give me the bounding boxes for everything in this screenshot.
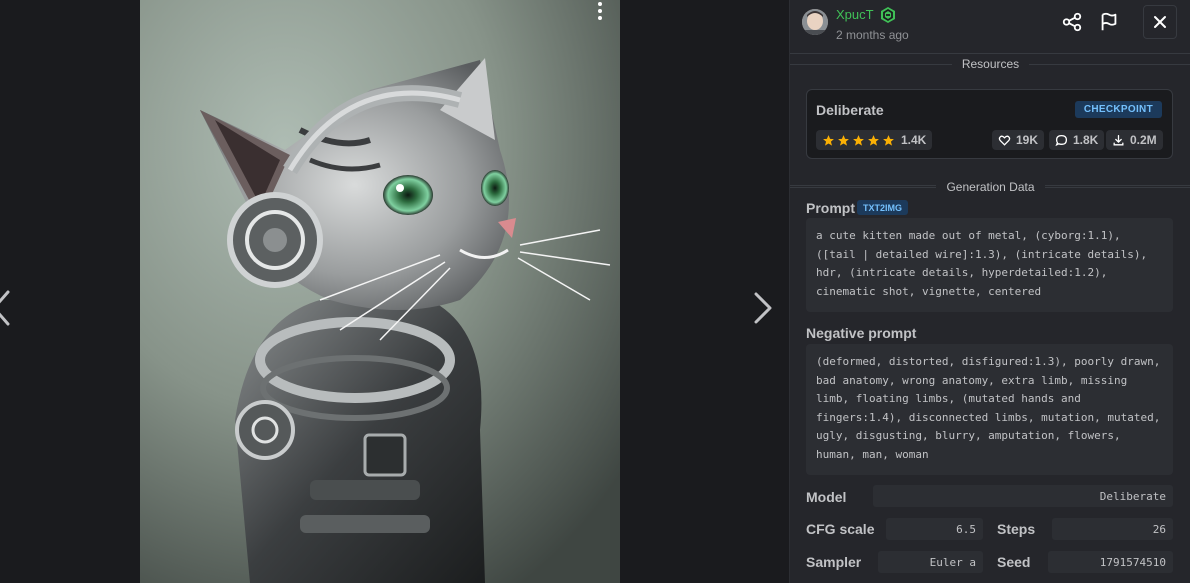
flag-icon [1101,12,1117,31]
share-icon [1062,12,1082,32]
kebab-dot [598,2,602,6]
resource-name: Deliberate [816,102,884,118]
prompt-label: Prompt [806,200,855,216]
share-button[interactable] [1060,9,1084,35]
report-button[interactable] [1097,9,1121,35]
heart-icon [998,135,1011,146]
negative-prompt-label: Negative prompt [806,325,917,341]
downloads-count: 0.2M [1130,133,1157,147]
resource-type-badge: CHECKPOINT [1074,101,1162,118]
model-value[interactable]: Deliberate [873,485,1173,507]
avatar[interactable] [802,9,828,35]
image-viewer [0,0,789,583]
sampler-value[interactable]: Euler a [878,551,983,573]
image-options-button[interactable] [590,0,610,22]
username-link[interactable]: XpucT [836,7,874,22]
seed-value[interactable]: 1791574510 [1048,551,1173,573]
panel-header: XpucT 2 months ago [790,0,1190,53]
resources-heading-text: Resources [961,57,1020,71]
image-details-panel: XpucT 2 months ago Resources Deliberate … [789,0,1190,583]
cfg-scale-value[interactable]: 6.5 [886,518,983,540]
star-icon [868,134,879,146]
next-image-button[interactable] [748,285,778,331]
close-button[interactable] [1143,5,1177,39]
likes-badge: 19K [992,130,1045,150]
seed-label: Seed [997,554,1031,570]
steps-label: Steps [997,521,1036,537]
kebab-dot [598,9,602,13]
star-icon [838,134,849,146]
download-icon [1113,134,1124,145]
negative-prompt-text[interactable]: (deformed, distorted, disfigured:1.3), p… [806,344,1173,475]
user-avatar-icon [802,9,828,35]
kebab-dot [598,16,602,20]
downloads-badge: 0.2M [1106,130,1163,150]
steps-value[interactable]: 26 [1052,518,1173,540]
star-icon [853,134,864,146]
image-detail-page: XpucT 2 months ago Resources Deliberate … [0,0,1190,583]
chevron-left-icon [0,290,10,326]
rating-badge: 1.4K [816,130,933,150]
generation-data-heading-text: Generation Data [936,180,1045,194]
chevron-right-icon [754,292,772,324]
header-divider [790,53,1190,54]
sampler-label: Sampler [806,554,862,570]
generated-image [140,0,620,583]
star-icon [883,134,894,146]
star-icon [823,134,834,146]
cfg-scale-label: CFG scale [806,521,875,537]
post-time: 2 months ago [836,28,909,42]
rating-count: 1.4K [901,133,927,147]
kitten-image [140,0,620,583]
comment-icon [1055,134,1068,146]
resource-card[interactable]: Deliberate CHECKPOINT 1.4K 19K 1.8K 0.2M [806,89,1173,159]
resources-heading: Resources [790,57,1190,71]
comments-badge: 1.8K [1049,130,1105,150]
generation-data-heading: Generation Data [790,180,1190,194]
likes-count: 19K [1016,133,1039,147]
previous-image-button[interactable] [0,283,16,333]
creator-badge-icon [879,6,897,24]
model-label: Model [806,489,847,505]
prompt-text[interactable]: a cute kitten made out of metal, (cyborg… [806,218,1173,312]
close-icon [1154,16,1166,28]
star-rating [822,134,895,147]
comments-count: 1.8K [1073,133,1099,147]
generation-type-badge: TXT2IMG [857,200,909,215]
